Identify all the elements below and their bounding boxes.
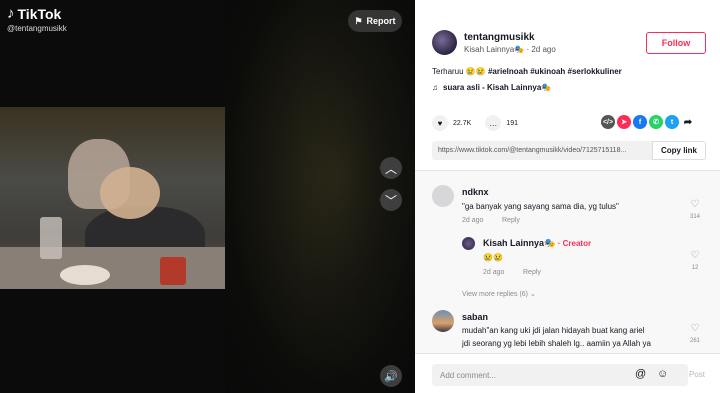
chevron-up-icon: ︿ — [384, 161, 397, 176]
comment-like-count: 314 — [689, 214, 700, 220]
comment-text-line2: jdi seorang yg lebi lebih shaleh lg.. aa… — [462, 339, 652, 348]
comment-input[interactable]: Add comment... @ ☺ — [432, 364, 688, 386]
music-note-icon: ♫ — [432, 83, 438, 92]
view-more-label: View more replies (6) — [462, 291, 529, 298]
comment-like-count: 261 — [689, 338, 700, 344]
reply-text: 😢😢 — [483, 253, 503, 262]
reply-username-row: Kisah Lainnya🎭 · Creator — [483, 238, 591, 249]
details-panel: tentangmusikk Kisah Lainnya🎭 · 2d ago Fo… — [415, 0, 720, 393]
comment-username[interactable]: ndknx — [462, 187, 489, 197]
comment-avatar[interactable] — [432, 185, 454, 207]
comment-username[interactable]: saban — [462, 312, 488, 322]
report-button[interactable]: ⚑ Report — [348, 10, 402, 32]
comment-input-placeholder: Add comment... — [440, 370, 497, 380]
reply-avatar[interactable] — [462, 237, 475, 250]
caption-hashtags[interactable]: #arielnoah #ukinoah #serlokkuliner — [488, 67, 622, 76]
comment-text: "ga banyak yang sayang sama dia, yg tulu… — [462, 202, 619, 211]
comment-footer: Add comment... @ ☺ Post — [415, 353, 720, 393]
copy-link-button[interactable]: Copy link — [652, 141, 706, 160]
emoji-icon[interactable]: ☺ — [657, 368, 668, 380]
embed-icon[interactable]: </> — [601, 115, 615, 129]
tiktok-logo[interactable]: ♪ TikTok — [7, 5, 61, 22]
view-more-replies[interactable]: View more replies (6) ⌄ — [462, 290, 536, 298]
author-avatar[interactable] — [432, 30, 457, 55]
reply-button[interactable]: Reply — [502, 217, 520, 224]
reply-like-count: 12 — [691, 265, 699, 271]
video-link-field[interactable]: https://www.tiktok.com/@tentangmusikk/vi… — [432, 141, 652, 160]
reply-time: 2d ago — [483, 269, 505, 276]
share-arrow-icon[interactable]: ➦ — [681, 115, 695, 129]
creator-badge: · Creator — [557, 239, 592, 248]
author-subtitle: Kisah Lainnya🎭 · 2d ago — [464, 45, 556, 54]
chevron-down-icon: ⌄ — [529, 291, 536, 298]
comment-like-icon[interactable]: ♡ — [685, 323, 705, 334]
send-icon[interactable]: ➤ — [617, 115, 631, 129]
logo-text: TikTok — [17, 5, 62, 22]
twitter-icon[interactable]: t — [665, 115, 679, 129]
reply-username[interactable]: Kisah Lainnya🎭 — [483, 238, 555, 248]
plate — [60, 265, 110, 285]
speaker-icon: 🔊 — [384, 370, 398, 383]
reply-reply-button[interactable]: Reply — [523, 269, 541, 276]
mention-icon[interactable]: @ — [635, 368, 646, 380]
comment-icon[interactable]: … — [485, 115, 502, 131]
comment-count: 191 — [506, 119, 518, 127]
table — [0, 247, 225, 289]
tiktok-note-icon: ♪ — [7, 5, 15, 22]
engagement-stats: ♥ 22.7K … 191 — [432, 115, 518, 131]
cup — [160, 257, 186, 285]
caption-text: Terharuu 😢😢 — [432, 67, 486, 76]
comment-time: 2d ago — [462, 217, 484, 224]
like-count: 22.7K — [453, 119, 472, 127]
video-handle: @tentangmusikk — [7, 24, 67, 33]
follow-button[interactable]: Follow — [646, 32, 706, 54]
whatsapp-icon[interactable]: ✆ — [649, 115, 663, 129]
post-button[interactable]: Post — [689, 370, 705, 379]
report-label: Report — [366, 16, 396, 26]
author-name[interactable]: tentangmusikk — [464, 32, 535, 43]
video-player[interactable]: ♪ TikTok @tentangmusikk ⚑ Report ︿ ﹀ 🔊 — [0, 0, 415, 393]
reply-like-icon[interactable]: ♡ — [685, 250, 705, 261]
glass — [40, 217, 62, 259]
comment-avatar[interactable] — [432, 310, 454, 332]
music-link[interactable]: ♫ suara asli - Kisah Lainnya🎭 — [432, 83, 551, 92]
share-icons: </> ➤ f ✆ t ➦ — [601, 115, 695, 129]
sound-button[interactable]: 🔊 — [380, 365, 402, 387]
comment-text-line1: mudah"an kang uki jdi jalan hidayah buat… — [462, 326, 645, 335]
person-face — [100, 167, 160, 219]
comment-like-icon[interactable]: ♡ — [685, 199, 705, 210]
chevron-down-icon: ﹀ — [384, 193, 397, 208]
comment-list[interactable]: ndknx "ga banyak yang sayang sama dia, y… — [415, 171, 720, 353]
video-frame — [0, 107, 225, 289]
facebook-icon[interactable]: f — [633, 115, 647, 129]
flag-icon: ⚑ — [354, 15, 363, 26]
heart-icon[interactable]: ♥ — [432, 115, 448, 131]
music-label: suara asli - Kisah Lainnya🎭 — [443, 83, 552, 92]
video-caption: Terharuu 😢😢 #arielnoah #ukinoah #serlokk… — [432, 67, 622, 76]
next-video-button[interactable]: ﹀ — [380, 189, 402, 211]
previous-video-button[interactable]: ︿ — [380, 157, 402, 179]
